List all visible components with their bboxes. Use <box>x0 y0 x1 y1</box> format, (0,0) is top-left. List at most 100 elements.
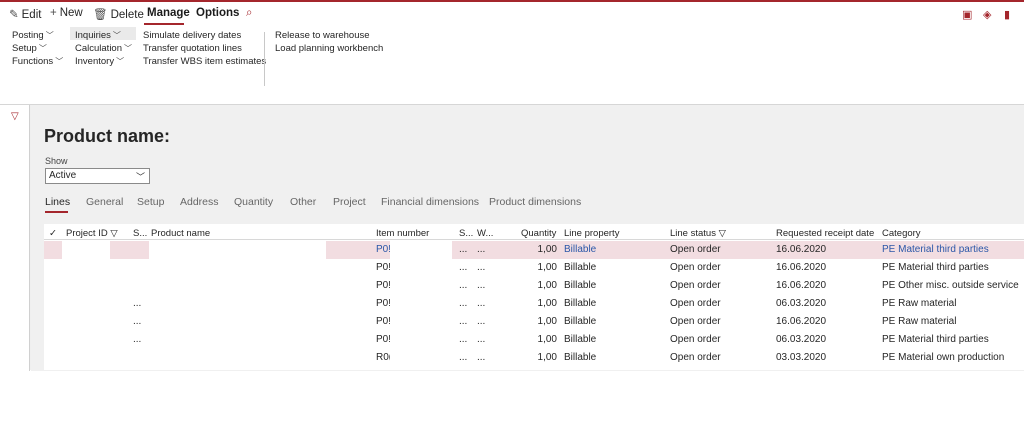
row-line-status: Open order <box>670 244 721 255</box>
row-quantity: 1,00 <box>537 334 557 345</box>
simulate-delivery-dates-button[interactable]: Simulate delivery dates <box>143 30 241 41</box>
show-select[interactable]: Active ﹀ <box>45 168 150 184</box>
column-s2[interactable]: S... <box>459 228 473 239</box>
table-row[interactable]: P0! ... ... 1,00 Billable Open order 16.… <box>44 241 1024 259</box>
tab-product-dimensions[interactable]: Product dimensions <box>489 196 581 208</box>
column-line-status[interactable]: Line status ▽ <box>670 228 726 239</box>
row-s: ... <box>133 316 142 327</box>
row-w: ... <box>477 352 486 363</box>
row-category: PE Raw material <box>882 298 957 309</box>
tab-general[interactable]: General <box>86 196 123 208</box>
row-category: PE Raw material <box>882 316 957 327</box>
tab-manage[interactable]: Manage <box>147 7 190 19</box>
row-item-number[interactable]: P0! <box>376 298 390 309</box>
ribbon-separator <box>264 32 265 86</box>
table-row[interactable]: P0! ... ... 1,00 Billable Open order 16.… <box>44 259 1024 277</box>
row-requested-receipt-date: 16.06.2020 <box>776 262 827 273</box>
tab-project[interactable]: Project <box>333 196 366 208</box>
redacted-cell <box>149 241 326 259</box>
column-w[interactable]: W... <box>477 228 493 239</box>
column-requested-receipt-date[interactable]: Requested receipt date <box>776 228 874 239</box>
inventory-menu[interactable]: Inventory ﹀ <box>75 56 124 67</box>
table-row[interactable]: R0( ... ... 1,00 Billable Open order 03.… <box>44 349 1024 367</box>
row-s2: ... <box>459 352 468 363</box>
row-line-property: Billable <box>564 280 597 291</box>
row-line-property: Billable <box>564 298 597 309</box>
inquiries-menu[interactable]: Inquiries ﹀ <box>75 30 121 41</box>
edit-icon: ✎ <box>9 9 19 21</box>
row-item-number[interactable]: P0! <box>376 244 390 255</box>
row-category: PE Material third parties <box>882 244 989 255</box>
select-all-checkbox[interactable]: ✓ <box>49 228 57 239</box>
table-row[interactable]: P0! ... ... 1,00 Billable Open order 16.… <box>44 277 1024 295</box>
transfer-wbs-item-estimates-button[interactable]: Transfer WBS item estimates <box>143 56 266 67</box>
row-line-status: Open order <box>670 334 721 345</box>
tab-quantity[interactable]: Quantity <box>234 196 273 208</box>
column-line-property[interactable]: Line property <box>564 228 619 239</box>
load-planning-workbench-button[interactable]: Load planning workbench <box>275 43 383 54</box>
action-pane: ✎ Edit + New 🗑 Delete Manage Options ⌕ ▣ ◈ … <box>0 2 1024 26</box>
row-line-status: Open order <box>670 316 721 327</box>
row-category: PE Material own production <box>882 352 1005 363</box>
column-quantity[interactable]: Quantity <box>521 228 556 239</box>
row-category: PE Other misc. outside service <box>882 280 1019 291</box>
column-category[interactable]: Category <box>882 228 921 239</box>
transfer-quotation-lines-button[interactable]: Transfer quotation lines <box>143 43 242 54</box>
row-category: PE Material third parties <box>882 334 989 345</box>
office-icon[interactable]: ▣ <box>962 8 972 21</box>
row-requested-receipt-date: 16.06.2020 <box>776 316 827 327</box>
filter-icon: ▽ <box>718 228 726 239</box>
row-line-status: Open order <box>670 280 721 291</box>
table-row[interactable]: ... P0! ... ... 1,00 Billable Open order… <box>44 313 1024 331</box>
table-row[interactable]: ... P0! ... ... 1,00 Billable Open order… <box>44 295 1024 313</box>
functions-menu[interactable]: Functions ﹀ <box>12 56 63 67</box>
tab-lines-underline <box>45 211 68 213</box>
column-s[interactable]: S... <box>133 228 147 239</box>
page-title: Product name: <box>44 126 171 146</box>
row-s2: ... <box>459 244 468 255</box>
row-s: ... <box>133 298 142 309</box>
edit-button[interactable]: ✎ Edit <box>9 7 41 21</box>
row-item-number[interactable]: P0! <box>376 316 390 327</box>
filter-icon: ▽ <box>110 228 118 239</box>
tab-address[interactable]: Address <box>180 196 219 208</box>
row-item-number[interactable]: P0! <box>376 334 390 345</box>
tab-options[interactable]: Options <box>196 7 239 19</box>
column-project-id[interactable]: Project ID ▽ <box>66 228 118 239</box>
table-row[interactable]: ... P0! ... ... 1,00 Billable Open order… <box>44 331 1024 349</box>
row-line-property: Billable <box>564 352 597 363</box>
calculation-menu[interactable]: Calculation ﹀ <box>75 43 132 54</box>
delete-button[interactable]: 🗑 Delete <box>93 7 144 21</box>
column-item-number[interactable]: Item number <box>376 228 429 239</box>
tab-manage-underline <box>144 23 184 25</box>
row-item-number[interactable]: P0! <box>376 262 390 273</box>
row-w: ... <box>477 262 486 273</box>
tab-setup[interactable]: Setup <box>137 196 164 208</box>
row-item-number[interactable]: P0! <box>376 280 390 291</box>
row-item-number[interactable]: R0( <box>376 352 390 363</box>
row-w: ... <box>477 244 486 255</box>
row-quantity: 1,00 <box>537 352 557 363</box>
tab-other[interactable]: Other <box>290 196 316 208</box>
link-icon[interactable]: ◈ <box>983 8 991 21</box>
row-w: ... <box>477 316 486 327</box>
row-requested-receipt-date: 16.06.2020 <box>776 280 827 291</box>
new-button[interactable]: + New <box>50 7 83 19</box>
row-line-property: Billable <box>564 316 597 327</box>
tab-financial-dimensions[interactable]: Financial dimensions <box>381 196 479 208</box>
chevron-down-icon: ﹀ <box>55 57 64 66</box>
tab-lines[interactable]: Lines <box>45 196 70 208</box>
row-line-property: Billable <box>564 244 597 255</box>
filter-icon[interactable]: ▽ <box>11 111 19 122</box>
row-w: ... <box>477 280 486 291</box>
attach-icon[interactable]: ▮ <box>1004 8 1010 21</box>
release-to-warehouse-button[interactable]: Release to warehouse <box>275 30 370 41</box>
posting-menu[interactable]: Posting ﹀ <box>12 30 54 41</box>
search-icon[interactable]: ⌕ <box>246 7 252 20</box>
row-line-status: Open order <box>670 352 721 363</box>
column-product-name[interactable]: Product name <box>151 228 210 239</box>
row-s2: ... <box>459 334 468 345</box>
row-line-property: Billable <box>564 334 597 345</box>
row-s2: ... <box>459 262 468 273</box>
setup-menu[interactable]: Setup ﹀ <box>12 43 47 54</box>
